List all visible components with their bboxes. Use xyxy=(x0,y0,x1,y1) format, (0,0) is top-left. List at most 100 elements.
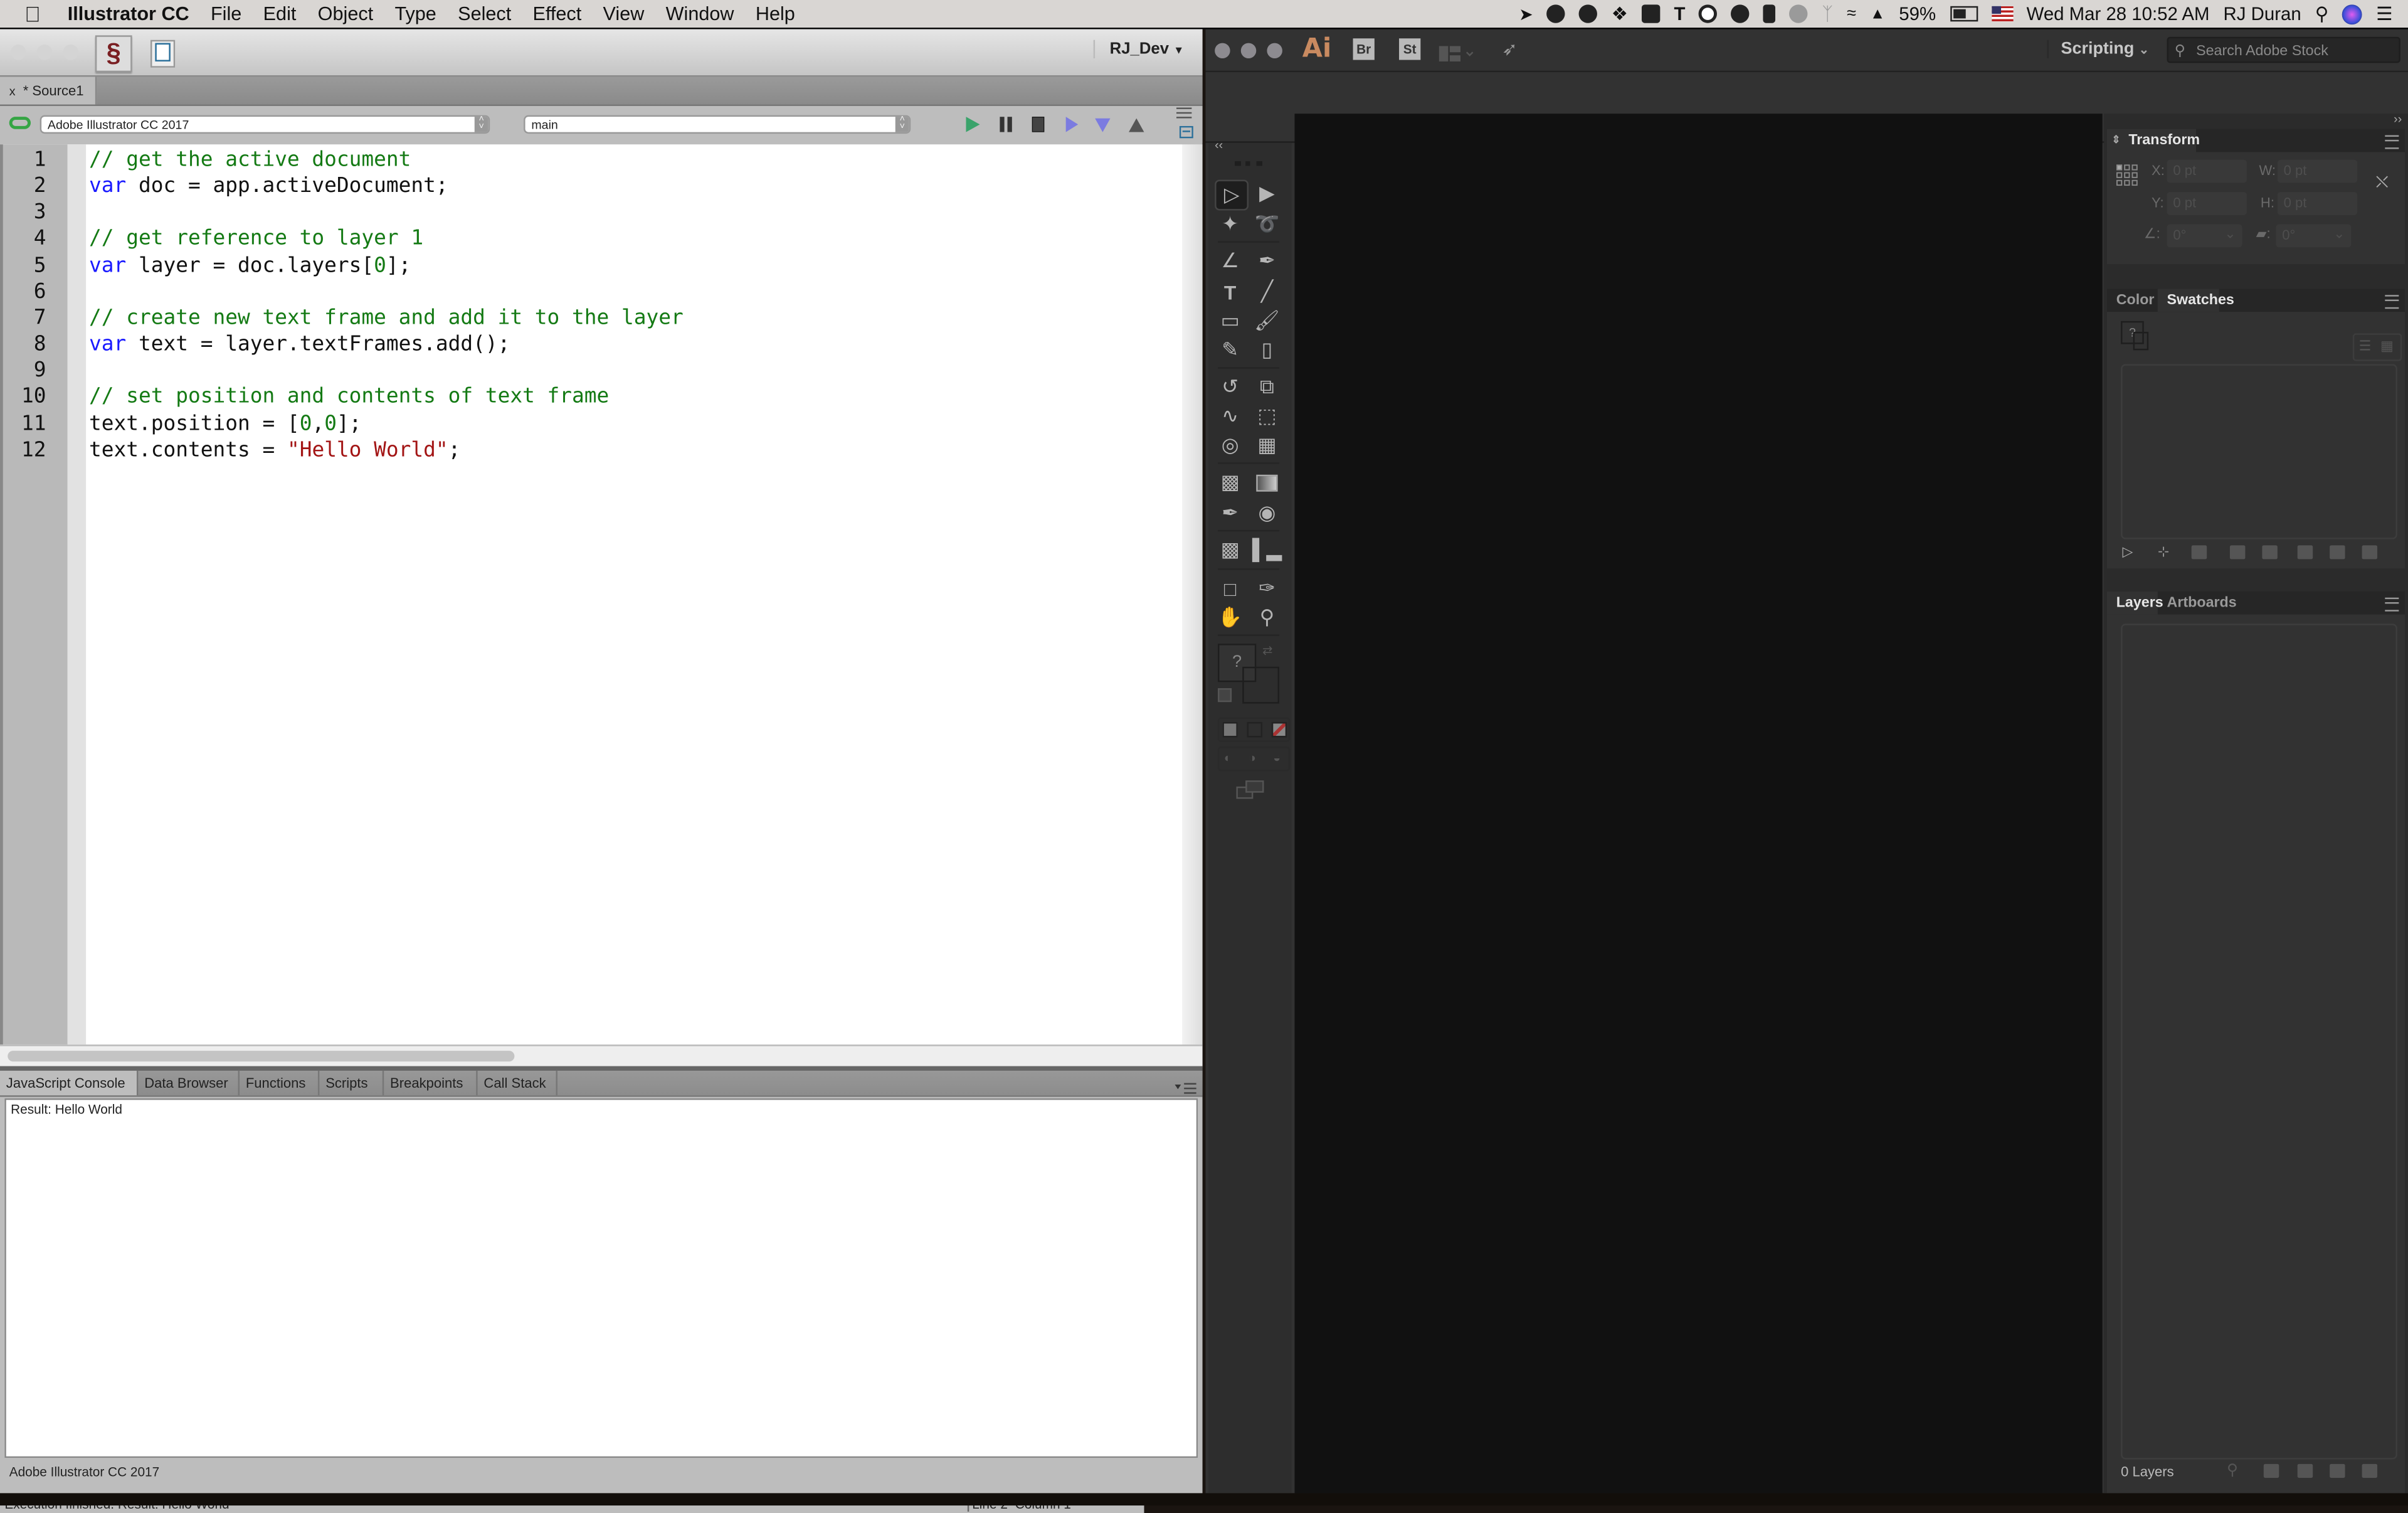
close-window-button[interactable] xyxy=(1215,43,1230,59)
menu-edit[interactable]: Edit xyxy=(263,3,297,24)
swatch-libraries-icon[interactable]: ▷ xyxy=(2123,544,2133,561)
expand-panels-icon[interactable]: ›› xyxy=(2394,112,2402,126)
new-swatch-icon[interactable] xyxy=(2330,545,2345,560)
notification-center-icon[interactable]: ☰ xyxy=(2376,3,2392,24)
code-line[interactable]: // set position and contents of text fra… xyxy=(89,385,609,411)
swatch-options-icon[interactable] xyxy=(2262,545,2278,560)
airplay-icon[interactable]: ▲ xyxy=(1870,6,1885,23)
stop-icon[interactable] xyxy=(1030,117,1045,132)
create-sublayer-icon[interactable] xyxy=(2297,1463,2313,1478)
y-field[interactable]: 0 pt xyxy=(2167,192,2247,215)
transform-panel-menu-icon[interactable] xyxy=(2385,135,2399,149)
workspace-switcher[interactable]: Scripting ⌄ xyxy=(2047,40,2149,59)
outline-icon[interactable] xyxy=(1178,124,1193,139)
selection-tool-icon[interactable]: ▷ xyxy=(1215,179,1249,211)
rotate-tool-icon[interactable]: ↺ xyxy=(1215,373,1245,401)
code-line[interactable]: // get the active document xyxy=(89,147,411,174)
swatches-panel-menu-icon[interactable] xyxy=(2385,295,2399,309)
zoom-window-button[interactable] xyxy=(1267,43,1282,59)
engine-select[interactable]: main ˄ ˅ xyxy=(524,115,911,134)
new-window-icon[interactable] xyxy=(150,40,176,68)
menu-effect[interactable]: Effect xyxy=(533,3,582,24)
delete-layer-icon[interactable] xyxy=(2362,1463,2378,1478)
line-tool-icon[interactable]: ╱ xyxy=(1252,278,1282,305)
record-icon[interactable] xyxy=(1699,4,1718,23)
screen-mode-icon[interactable] xyxy=(1236,779,1264,807)
estk-logo-icon[interactable]: § xyxy=(95,35,132,73)
code-line[interactable]: // get reference to layer 1 xyxy=(89,226,423,253)
arrange-documents-icon[interactable] xyxy=(1439,41,1479,69)
horizontal-scroll-thumb[interactable] xyxy=(8,1051,515,1062)
workspace-switcher[interactable]: RJ_Dev ▼ xyxy=(1092,40,1184,59)
step-over-icon[interactable] xyxy=(1064,117,1079,132)
code-line[interactable]: text.contents = "Hello World"; xyxy=(89,437,460,464)
default-fill-stroke-icon[interactable] xyxy=(1218,688,1232,703)
layers-panel-menu-icon[interactable] xyxy=(2385,597,2399,612)
wifi-icon[interactable]: ≈ xyxy=(1847,4,1856,23)
dropbox-icon[interactable]: ❖ xyxy=(1612,3,1628,24)
tab-call-stack[interactable]: Call Stack xyxy=(478,1070,557,1096)
code-line[interactable]: var doc = app.activeDocument; xyxy=(89,174,448,200)
bluetooth-icon[interactable]: ᛉ xyxy=(1822,3,1833,24)
free-transform-tool-icon[interactable]: ⬚ xyxy=(1252,403,1282,430)
x-field[interactable]: 0 pt xyxy=(2167,159,2247,183)
panel-splitter[interactable] xyxy=(0,1066,1203,1071)
create-new-layer-icon[interactable] xyxy=(2330,1463,2345,1478)
close-window-button[interactable] xyxy=(11,45,26,60)
lasso-tool-icon[interactable]: ➰ xyxy=(1252,211,1282,238)
artboard-canvas[interactable] xyxy=(1294,114,2103,1494)
tab-color[interactable]: Color xyxy=(2107,289,2158,312)
search-adobe-stock-input[interactable]: ⚲ Search Adobe Stock xyxy=(2167,36,2400,63)
panel-menu-icon[interactable] xyxy=(1176,106,1192,121)
minimize-window-button[interactable] xyxy=(36,45,53,60)
gpu-performance-icon[interactable]: ➶ xyxy=(1502,38,1518,60)
w-field[interactable]: 0 pt xyxy=(2277,159,2358,183)
list-view-icon[interactable]: ☰ xyxy=(2359,338,2372,355)
artboard-tool-icon[interactable]: □ xyxy=(1215,575,1245,602)
draw-behind-icon[interactable]: ◑ xyxy=(1249,751,1256,765)
user-name[interactable]: RJ Duran xyxy=(2224,3,2301,24)
warp-tool-icon[interactable]: ∿ xyxy=(1215,403,1245,430)
target-application-select[interactable]: Adobe Illustrator CC 2017 ˄ ˅ xyxy=(40,115,490,134)
zoom-tool-icon[interactable]: ⚲ xyxy=(1252,603,1282,631)
pause-icon[interactable] xyxy=(998,117,1013,132)
grid-view-icon[interactable]: ▦ xyxy=(2380,338,2394,355)
stock-button[interactable]: St xyxy=(1399,38,1421,60)
show-swatch-kinds-icon[interactable] xyxy=(2229,545,2246,560)
type-tool-icon[interactable]: T xyxy=(1215,278,1245,305)
code-line[interactable]: // create new text frame and add it to t… xyxy=(89,305,684,332)
menu-object[interactable]: Object xyxy=(318,3,374,24)
symbol-sprayer-tool-icon[interactable]: ▩ xyxy=(1215,536,1245,564)
editor-vertical-scrollbar[interactable] xyxy=(1182,144,1203,1045)
shape-builder-tool-icon[interactable]: ◎ xyxy=(1215,432,1245,459)
shear-angle-field[interactable]: 0° ⌄ xyxy=(2276,224,2352,248)
hand-tool-icon[interactable]: ✋ xyxy=(1215,603,1245,631)
color-mode-icon[interactable] xyxy=(1222,722,1238,738)
scale-tool-icon[interactable]: ⧉ xyxy=(1252,373,1282,401)
menu-app-name[interactable]: Illustrator CC xyxy=(68,3,189,24)
shaper-tool-icon[interactable]: ✎ xyxy=(1215,336,1245,364)
swatch-stroke-indicator[interactable] xyxy=(2133,331,2149,351)
blend-tool-icon[interactable]: ◉ xyxy=(1252,499,1282,527)
direct-selection-tool-icon[interactable]: ▶ xyxy=(1252,180,1282,208)
link-target-icon[interactable] xyxy=(9,117,31,129)
tab-artboards[interactable]: Artboards xyxy=(2158,592,2237,615)
swatch-kind-icon[interactable]: ⊹ xyxy=(2158,544,2169,561)
anchor-point-tool-icon[interactable]: ∠ xyxy=(1215,247,1245,275)
bridge-button[interactable]: Br xyxy=(1353,38,1375,60)
code-editor[interactable]: 1 // get the active document 2 var doc = ap… xyxy=(0,144,1183,1045)
tab-functions[interactable]: Functions xyxy=(240,1070,320,1096)
collapse-panel-icon[interactable]: ‹‹ xyxy=(1215,138,1223,152)
siri-icon[interactable] xyxy=(2342,4,2363,24)
gradient-mode-icon[interactable] xyxy=(1247,722,1263,738)
perspective-grid-tool-icon[interactable]: ▦ xyxy=(1252,432,1282,459)
step-out-icon[interactable] xyxy=(1129,117,1144,132)
locate-object-icon[interactable]: ⚲ xyxy=(2227,1462,2238,1479)
eyedropper-tool-icon[interactable]: ✒ xyxy=(1215,499,1245,527)
none-mode-icon[interactable] xyxy=(1271,722,1287,738)
menu-type[interactable]: Type xyxy=(394,3,436,24)
breakpoint-margin[interactable] xyxy=(67,144,87,1045)
make-clipping-mask-icon[interactable] xyxy=(2263,1463,2279,1478)
clock[interactable]: Wed Mar 28 10:52 AM xyxy=(2027,3,2210,24)
close-tab-icon[interactable]: x xyxy=(9,83,16,97)
